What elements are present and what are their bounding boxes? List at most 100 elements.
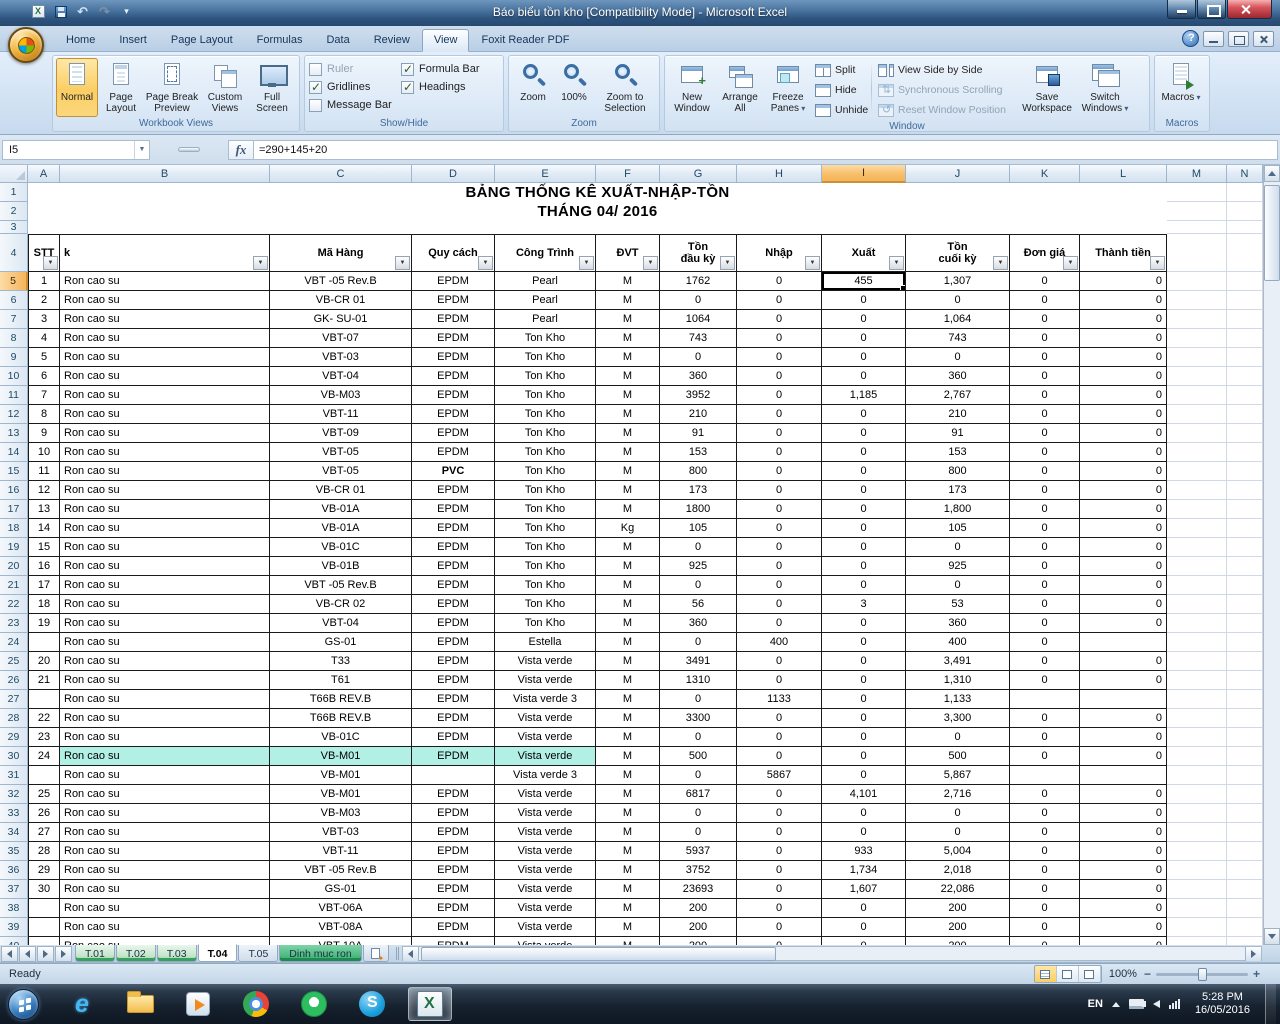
cell-I10[interactable]: 0 (822, 367, 906, 386)
cell-G27[interactable]: 0 (660, 690, 737, 709)
row-header-18[interactable]: 18 (0, 519, 28, 538)
cell-B24[interactable]: Ron cao su (60, 633, 270, 652)
cell-I29[interactable]: 0 (822, 728, 906, 747)
tab-data[interactable]: Data (314, 29, 361, 52)
cell-H34[interactable]: 0 (737, 823, 822, 842)
cell-C16[interactable]: VB-CR 01 (270, 481, 412, 500)
arrange-all-button[interactable]: Arrange All (716, 58, 764, 120)
cell-A7[interactable]: 3 (28, 310, 60, 329)
cell-J8[interactable]: 743 (906, 329, 1010, 348)
filter-button-C[interactable] (395, 256, 410, 270)
column-header-J[interactable]: J (906, 165, 1010, 183)
new-window-button[interactable]: New Window (668, 58, 716, 120)
cell-B9[interactable]: Ron cao su (60, 348, 270, 367)
cell-J18[interactable]: 105 (906, 519, 1010, 538)
cell-J15[interactable]: 800 (906, 462, 1010, 481)
column-header-G[interactable]: G (660, 165, 737, 183)
cell-L11[interactable]: 0 (1080, 386, 1167, 405)
row-header-22[interactable]: 22 (0, 595, 28, 614)
cell-F11[interactable]: M (596, 386, 660, 405)
cell-F23[interactable]: M (596, 614, 660, 633)
cell-A24[interactable] (28, 633, 60, 652)
cell-A9[interactable]: 5 (28, 348, 60, 367)
row-header-16[interactable]: 16 (0, 481, 28, 500)
cell-F7[interactable]: M (596, 310, 660, 329)
workbook-close-button[interactable] (1253, 31, 1274, 47)
cell-I11[interactable]: 1,185 (822, 386, 906, 405)
first-sheet-button[interactable] (1, 946, 18, 962)
cell-E13[interactable]: Ton Kho (495, 424, 596, 443)
ruler-checkbox[interactable]: Ruler (309, 63, 401, 76)
cell-G37[interactable]: 23693 (660, 880, 737, 899)
hidden-icons-chevron[interactable] (1112, 1002, 1120, 1007)
horizontal-scrollbar[interactable] (402, 946, 1262, 961)
workbook-restore-button[interactable] (1228, 31, 1249, 47)
cell-G26[interactable]: 1310 (660, 671, 737, 690)
tab-view[interactable]: View (422, 29, 470, 52)
cell-E30[interactable]: Vista verde (495, 747, 596, 766)
cell-F40[interactable]: M (596, 937, 660, 945)
cell-K28[interactable]: 0 (1010, 709, 1080, 728)
cell-N13[interactable] (1227, 424, 1263, 443)
macros-button[interactable]: Macros (1158, 58, 1204, 117)
cell-A17[interactable]: 13 (28, 500, 60, 519)
cell-N35[interactable] (1227, 842, 1263, 861)
cell-I23[interactable]: 0 (822, 614, 906, 633)
cell-G36[interactable]: 3752 (660, 861, 737, 880)
cell-J34[interactable]: 0 (906, 823, 1010, 842)
cell-D35[interactable]: EPDM (412, 842, 495, 861)
cell-C38[interactable]: VBT-06A (270, 899, 412, 918)
cell-E15[interactable]: Ton Kho (495, 462, 596, 481)
cell-J21[interactable]: 0 (906, 576, 1010, 595)
cell-G40[interactable]: 200 (660, 937, 737, 945)
cell-I18[interactable]: 0 (822, 519, 906, 538)
cell-K38[interactable]: 0 (1010, 899, 1080, 918)
cell-B38[interactable]: Ron cao su (60, 899, 270, 918)
cell-I24[interactable]: 0 (822, 633, 906, 652)
cell-E17[interactable]: Ton Kho (495, 500, 596, 519)
cell-J26[interactable]: 1,310 (906, 671, 1010, 690)
cell-M13[interactable] (1167, 424, 1227, 443)
row-header-7[interactable]: 7 (0, 310, 28, 329)
cell-F10[interactable]: M (596, 367, 660, 386)
cell-B40[interactable]: Ron cao su (60, 937, 270, 945)
cell-B28[interactable]: Ron cao su (60, 709, 270, 728)
cell-G9[interactable]: 0 (660, 348, 737, 367)
maximize-button[interactable] (1197, 0, 1226, 19)
cell-E6[interactable]: Pearl (495, 291, 596, 310)
cell-H27[interactable]: 1133 (737, 690, 822, 709)
cell-C31[interactable]: VB-M01 (270, 766, 412, 785)
cell-N7[interactable] (1227, 310, 1263, 329)
cell-N22[interactable] (1227, 595, 1263, 614)
cell-K36[interactable]: 0 (1010, 861, 1080, 880)
cell-H11[interactable]: 0 (737, 386, 822, 405)
cell-N2[interactable] (1227, 202, 1263, 221)
cell-A26[interactable]: 21 (28, 671, 60, 690)
cell-A32[interactable]: 25 (28, 785, 60, 804)
cell-I17[interactable]: 0 (822, 500, 906, 519)
cell-G18[interactable]: 105 (660, 519, 737, 538)
cell-D7[interactable]: EPDM (412, 310, 495, 329)
close-button[interactable] (1227, 0, 1272, 19)
cell-C12[interactable]: VBT-11 (270, 405, 412, 424)
start-button[interactable] (8, 989, 39, 1020)
cell-H37[interactable]: 0 (737, 880, 822, 899)
cell-B18[interactable]: Ron cao su (60, 519, 270, 538)
split-button[interactable]: Split (812, 60, 868, 80)
cell-E31[interactable]: Vista verde 3 (495, 766, 596, 785)
cell-E20[interactable]: Ton Kho (495, 557, 596, 576)
office-button[interactable] (8, 27, 44, 63)
cell-M16[interactable] (1167, 481, 1227, 500)
filter-button-L[interactable] (1150, 256, 1165, 270)
tab-splitter[interactable] (395, 947, 400, 960)
cell-I36[interactable]: 1,734 (822, 861, 906, 880)
cell-D36[interactable]: EPDM (412, 861, 495, 880)
cell-D9[interactable]: EPDM (412, 348, 495, 367)
cell-H17[interactable]: 0 (737, 500, 822, 519)
cell-G15[interactable]: 800 (660, 462, 737, 481)
cell-K26[interactable]: 0 (1010, 671, 1080, 690)
cell-I8[interactable]: 0 (822, 329, 906, 348)
vertical-scrollbar[interactable] (1263, 165, 1280, 945)
cell-N5[interactable] (1227, 272, 1263, 291)
cell-K21[interactable]: 0 (1010, 576, 1080, 595)
